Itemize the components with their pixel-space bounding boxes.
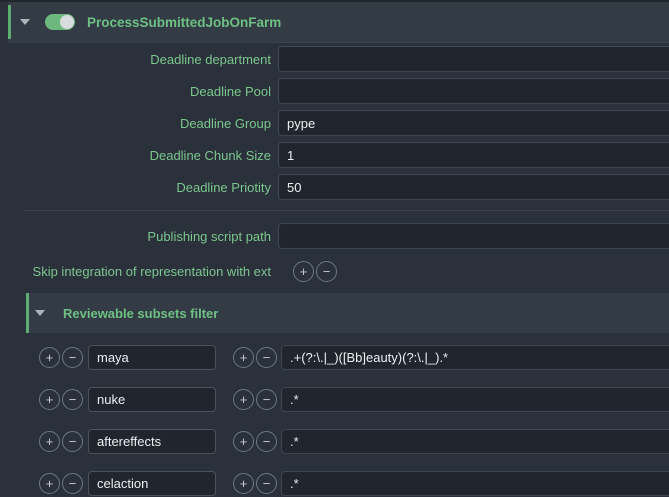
filter-value-input[interactable] bbox=[281, 387, 669, 412]
field-label: Deadline Group bbox=[0, 116, 278, 131]
value-button-pair: + − bbox=[233, 347, 277, 368]
value-button-pair: + − bbox=[233, 389, 277, 410]
add-item-button[interactable]: + bbox=[293, 261, 314, 282]
add-item-button[interactable]: + bbox=[39, 389, 60, 410]
value-button-pair: + − bbox=[233, 431, 277, 452]
publishing-script-path-input[interactable] bbox=[278, 223, 669, 249]
settings-form: Deadline department Deadline Pool Deadli… bbox=[0, 46, 669, 285]
key-button-pair: + − bbox=[39, 431, 83, 452]
value-button-pair: + − bbox=[233, 473, 277, 494]
plugin-header: ProcessSubmittedJobOnFarm bbox=[8, 2, 669, 43]
deadline-chunk-size-input[interactable] bbox=[278, 142, 669, 168]
add-item-button[interactable]: + bbox=[233, 473, 254, 494]
deadline-pool-input[interactable] bbox=[278, 78, 669, 104]
remove-item-button[interactable]: − bbox=[62, 431, 83, 452]
add-item-button[interactable]: + bbox=[39, 431, 60, 452]
filter-row-aftereffects: + − + − bbox=[0, 429, 669, 454]
remove-item-button[interactable]: − bbox=[316, 261, 337, 282]
key-button-pair: + − bbox=[39, 473, 83, 494]
filter-key-input[interactable] bbox=[88, 387, 216, 412]
section-divider bbox=[25, 210, 669, 211]
remove-item-button[interactable]: − bbox=[62, 389, 83, 410]
accent-bar bbox=[26, 293, 29, 333]
filter-rows: + − + − + − + − + − + − bbox=[0, 345, 669, 496]
key-button-pair: + − bbox=[39, 389, 83, 410]
filter-key-input[interactable] bbox=[88, 345, 216, 370]
field-row-skip-integration: Skip integration of representation with … bbox=[0, 257, 669, 285]
field-row-deadline-pool: Deadline Pool bbox=[0, 78, 669, 104]
deadline-group-input[interactable] bbox=[278, 110, 669, 136]
field-label: Deadline Priotity bbox=[0, 180, 278, 195]
field-label: Deadline Pool bbox=[0, 84, 278, 99]
filter-row-celaction: + − + − bbox=[0, 471, 669, 496]
plugin-title: ProcessSubmittedJobOnFarm bbox=[87, 15, 281, 30]
field-row-deadline-department: Deadline department bbox=[0, 46, 669, 72]
filter-value-input[interactable] bbox=[281, 429, 669, 454]
toggle-knob-icon bbox=[60, 15, 74, 29]
key-button-pair: + − bbox=[39, 347, 83, 368]
field-label: Skip integration of representation with … bbox=[0, 264, 278, 279]
accent-bar bbox=[8, 5, 11, 39]
filter-row-nuke: + − + − bbox=[0, 387, 669, 412]
field-label: Deadline department bbox=[0, 52, 278, 67]
remove-item-button[interactable]: − bbox=[256, 473, 277, 494]
field-label: Publishing script path bbox=[0, 229, 278, 244]
field-row-deadline-priority: Deadline Priotity bbox=[0, 174, 669, 200]
add-item-button[interactable]: + bbox=[233, 347, 254, 368]
remove-item-button[interactable]: − bbox=[256, 431, 277, 452]
filter-row-maya: + − + − bbox=[0, 345, 669, 370]
deadline-priority-input[interactable] bbox=[278, 174, 669, 200]
field-row-publishing-script-path: Publishing script path bbox=[0, 223, 669, 249]
add-item-button[interactable]: + bbox=[39, 347, 60, 368]
chevron-down-icon[interactable] bbox=[20, 19, 30, 25]
filter-key-input[interactable] bbox=[88, 471, 216, 496]
remove-item-button[interactable]: − bbox=[256, 389, 277, 410]
enabled-toggle[interactable] bbox=[45, 14, 75, 30]
filter-key-input[interactable] bbox=[88, 429, 216, 454]
remove-item-button[interactable]: − bbox=[62, 473, 83, 494]
add-item-button[interactable]: + bbox=[39, 473, 60, 494]
list-button-pair: + − bbox=[293, 261, 337, 282]
filter-value-input[interactable] bbox=[281, 471, 669, 496]
section-title: Reviewable subsets filter bbox=[63, 306, 218, 321]
field-row-deadline-chunk-size: Deadline Chunk Size bbox=[0, 142, 669, 168]
remove-item-button[interactable]: − bbox=[62, 347, 83, 368]
deadline-department-input[interactable] bbox=[278, 46, 669, 72]
filter-value-input[interactable] bbox=[281, 345, 669, 370]
add-item-button[interactable]: + bbox=[233, 431, 254, 452]
reviewable-subsets-filter-header: Reviewable subsets filter bbox=[26, 293, 669, 333]
field-row-deadline-group: Deadline Group bbox=[0, 110, 669, 136]
add-item-button[interactable]: + bbox=[233, 389, 254, 410]
chevron-down-icon[interactable] bbox=[35, 310, 45, 316]
remove-item-button[interactable]: − bbox=[256, 347, 277, 368]
field-label: Deadline Chunk Size bbox=[0, 148, 278, 163]
